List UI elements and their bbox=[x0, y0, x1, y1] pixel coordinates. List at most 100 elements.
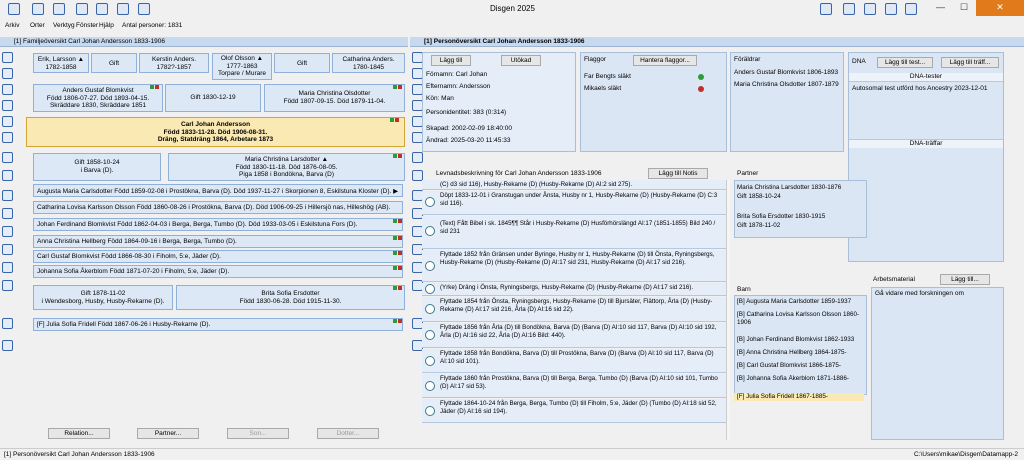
partner-button[interactable]: Partner... bbox=[137, 428, 199, 439]
child-item[interactable]: [B] Carl Gustaf Blomkvist 1866-1875- bbox=[734, 362, 864, 370]
family-icon[interactable] bbox=[76, 3, 88, 15]
child-row[interactable]: Augusta Maria Carlsdotter Född 1859-02-0… bbox=[33, 184, 403, 197]
ggp-years: 1782-1858 bbox=[45, 63, 77, 71]
child-item[interactable]: [B] Johan Ferdinand Blomkvist 1862-1933 bbox=[734, 336, 864, 344]
ggp-gift-1[interactable]: Gift bbox=[91, 53, 137, 73]
flag-icon[interactable] bbox=[117, 3, 129, 15]
parent-item[interactable]: Anders Gustaf Blomkvist 1806-1893 bbox=[731, 69, 843, 77]
event-item[interactable]: (Yrke) Dräng i Önsta, Ryningsbergs, Husb… bbox=[422, 283, 726, 296]
spouse-2[interactable]: Brita Sofia Ersdotter Född 1830-06-28. Dö… bbox=[176, 285, 405, 310]
tree-alt-icon[interactable] bbox=[2, 226, 13, 237]
ggp-catharina[interactable]: Catharina Anders. 1780-1845 bbox=[332, 53, 405, 73]
gear-icon[interactable] bbox=[412, 152, 423, 163]
event-item[interactable]: Döpt 1833-12-01 i Granstugan under Ånsta… bbox=[422, 191, 726, 215]
parent-item[interactable]: Maria Christina Olsdotter 1807-1879 bbox=[731, 81, 843, 89]
menu-fonster[interactable]: Fönster bbox=[76, 22, 98, 29]
child-row[interactable]: [F] Julia Sofia Fridell Född 1867-06-26 … bbox=[33, 318, 403, 331]
menu-icon[interactable] bbox=[2, 170, 13, 181]
globe-icon[interactable] bbox=[2, 100, 13, 111]
child-row[interactable]: Johanna Sofia Åkerblom Född 1871-07-20 i… bbox=[33, 265, 403, 278]
menu-orter[interactable]: Orter bbox=[30, 22, 45, 29]
relation-button[interactable]: Relation... bbox=[48, 428, 110, 439]
child-row[interactable]: Carl Gustaf Blomkvist Född 1866-08-30 i … bbox=[33, 250, 403, 263]
number-icon[interactable] bbox=[96, 3, 108, 15]
globe-list-icon[interactable] bbox=[2, 132, 13, 143]
parent-marriage[interactable]: Gift 1830-12-19 bbox=[165, 84, 261, 112]
ggp-gift-2[interactable]: Gift bbox=[274, 53, 330, 73]
help-icon[interactable] bbox=[905, 3, 917, 15]
ggp-erik[interactable]: Erik, Larsson ▲ 1782-1858 bbox=[33, 53, 89, 73]
ggp-kerstin[interactable]: Kerstin Anders. 1782?-1857 bbox=[139, 53, 209, 73]
sort-icon[interactable] bbox=[2, 190, 13, 201]
print-icon[interactable] bbox=[843, 3, 855, 15]
move-icon[interactable] bbox=[820, 3, 832, 15]
event-item[interactable]: Flyttade 1860 från Prostökna, Barva (D) … bbox=[422, 374, 726, 398]
close-button[interactable]: ✕ bbox=[976, 0, 1024, 16]
search-icon[interactable] bbox=[2, 84, 13, 95]
window-layout-icon[interactable] bbox=[864, 3, 876, 15]
marriage-1[interactable]: Gift 1858-10-24 i Barva (D). bbox=[33, 153, 161, 181]
tree-icon[interactable] bbox=[8, 3, 20, 15]
workmaterial-text[interactable]: Gå vidare med forskningen om bbox=[872, 290, 1003, 298]
child-item[interactable]: [B] Augusta Maria Carlsdotter 1859-1937 bbox=[734, 298, 864, 306]
menu-arkiv[interactable]: Arkiv bbox=[5, 22, 19, 29]
biography-scrollbar[interactable] bbox=[726, 180, 730, 440]
add-workmaterial-button[interactable]: Lägg till... bbox=[940, 274, 990, 285]
person-list-icon[interactable] bbox=[53, 3, 65, 15]
child-row[interactable]: Catharina Lovisa Karlsson Olsson Född 18… bbox=[33, 201, 403, 214]
maximize-button[interactable]: ☐ bbox=[960, 2, 968, 13]
menu-verktyg[interactable]: Verktyg bbox=[53, 22, 75, 29]
add-name-button[interactable]: Lägg till bbox=[431, 55, 471, 66]
partner-name[interactable]: Maria Christina Larsdotter 1830-1876 bbox=[734, 184, 864, 192]
partner-name[interactable]: Brita Sofia Ersdotter 1830-1915 bbox=[734, 213, 864, 221]
ggp-olof[interactable]: Olof Olsson ▲ 1777-1863 Torpare / Murare bbox=[212, 53, 272, 80]
tree-icon[interactable] bbox=[2, 208, 13, 219]
list-icon[interactable] bbox=[2, 116, 13, 127]
report-alt-icon[interactable] bbox=[2, 262, 13, 273]
add-test-button[interactable]: Lägg till test... bbox=[877, 57, 933, 68]
document-icon[interactable] bbox=[2, 68, 13, 79]
child-item[interactable]: [B] Johanna Sofia Åkerblom 1871-1886- bbox=[734, 375, 864, 383]
parent-mother[interactable]: Maria Christina Olsdotter Född 1807-09-15… bbox=[264, 84, 405, 112]
event-item[interactable]: (Text) Fått Bibel i sk. 1845¶¶ Står i Hu… bbox=[422, 216, 726, 249]
gear-icon[interactable] bbox=[2, 152, 13, 163]
flag-item[interactable]: Far Bengts släkt bbox=[581, 73, 726, 81]
map-pin-icon[interactable] bbox=[138, 3, 150, 15]
child-item[interactable]: [F] Julia Sofia Fridell 1867-1885- bbox=[734, 393, 864, 401]
child-row[interactable]: Anna Christina Hellberg Född 1864-09-16 … bbox=[33, 235, 403, 248]
add-note-button[interactable]: Lägg till Notis bbox=[648, 168, 708, 179]
dotter-button[interactable]: Dotter... bbox=[317, 428, 379, 439]
parent-father[interactable]: Anders Gustaf Blomkvist Född 1806-07-27. … bbox=[33, 84, 163, 112]
child-item[interactable]: [B] Anna Christina Hellberg 1864-1875- bbox=[734, 349, 864, 357]
dna-test-item[interactable]: Autosomal test utförd hos Ancestry 2023-… bbox=[849, 85, 1003, 93]
son-button[interactable]: Son... bbox=[227, 428, 289, 439]
person-edit-icon[interactable] bbox=[32, 3, 44, 15]
spouse-1[interactable]: Maria Christina Larsdotter ▲ Född 1830-11… bbox=[168, 153, 405, 181]
manage-flags-button[interactable]: Hantera flaggor... bbox=[633, 55, 697, 66]
event-item[interactable]: Flyttade 1856 från Årla (D) till Bondökn… bbox=[422, 323, 726, 348]
menu-hjalp[interactable]: Hjälp bbox=[99, 22, 114, 29]
modified: Ändrad: 2025-03-20 11:45:33 bbox=[426, 137, 511, 144]
flag-item[interactable]: Mikaels släkt bbox=[581, 85, 726, 93]
person-occupation: Skräddare 1830, Skräddare 1851 bbox=[49, 102, 147, 109]
marriage-2[interactable]: Gift 1878-11-02 i Wendesborg, Husby, Husb… bbox=[33, 285, 173, 310]
event-item[interactable]: Flyttade 1858 från Bondökna, Barva (D) t… bbox=[422, 349, 726, 373]
arrow-left-icon[interactable] bbox=[2, 318, 13, 329]
minimize-button[interactable]: — bbox=[936, 2, 945, 12]
arrow-right-icon[interactable] bbox=[2, 340, 13, 351]
event-item[interactable]: Flyttade 1852 från Gränsen under Byringe… bbox=[422, 250, 726, 282]
report-icon[interactable] bbox=[2, 244, 13, 255]
person-name: Maria Christina Olsdotter bbox=[298, 90, 371, 97]
event-item[interactable]: Flyttade 1864-10-24 från Berga, Berga, T… bbox=[422, 399, 726, 423]
extended-button[interactable]: Utökad bbox=[501, 55, 541, 66]
child-row[interactable]: Johan Ferdinand Blomkvist Född 1862-04-0… bbox=[33, 218, 403, 231]
event-text: (C) d3 sid 116), Husby-Rekarne (D) (Husb… bbox=[440, 181, 633, 188]
print-icon[interactable] bbox=[2, 52, 13, 63]
menu-alt-icon[interactable] bbox=[2, 280, 13, 291]
add-match-button[interactable]: Lägg till träff... bbox=[941, 57, 999, 68]
event-item[interactable]: Flyttade 1854 från Önsta, Ryningsbergs, … bbox=[422, 297, 726, 322]
child-item[interactable]: [B] Catharina Lovisa Karlsson Olsson 186… bbox=[734, 311, 864, 327]
gear-icon[interactable] bbox=[885, 3, 897, 15]
main-person[interactable]: Carl Johan Andersson Född 1833-11-28. Död… bbox=[26, 117, 405, 147]
event-item[interactable]: (C) d3 sid 116), Husby-Rekarne (D) (Husb… bbox=[422, 180, 726, 190]
